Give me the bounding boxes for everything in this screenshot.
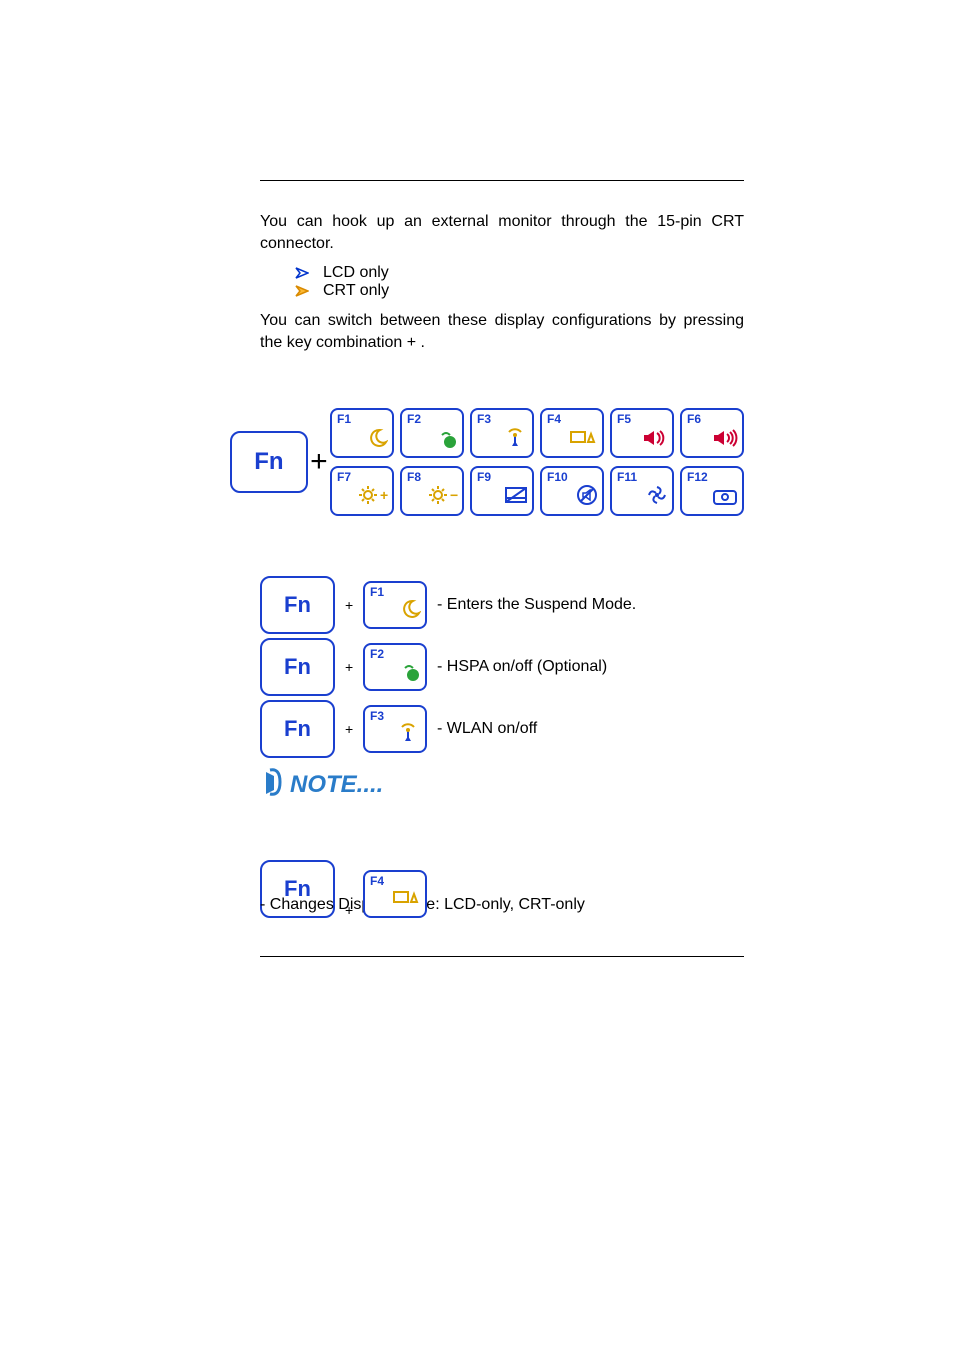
combo-description: - Enters the Suspend Mode. xyxy=(437,596,636,614)
fn-key: Fn xyxy=(260,700,335,758)
moon-icon xyxy=(399,599,421,624)
function-key-grid: F1 F2 F3 F4 F5 F6 F7+ F8− F9 F10 F11 F12 xyxy=(330,408,744,516)
combo-description: - WLAN on/off xyxy=(437,720,537,738)
intro-paragraph: You can hook up an external monitor thro… xyxy=(260,211,744,254)
display-icon xyxy=(570,428,598,453)
fn-key: Fn xyxy=(230,431,308,493)
fn-combo-row: Fn + F4 - Changes Display Mode: LCD-only… xyxy=(260,860,744,916)
f6-key: F6 xyxy=(680,408,744,458)
fn-key-diagram: Fn + F1 F2 F3 F4 F5 F6 F7+ F8− F9 F10 F1… xyxy=(230,408,744,516)
fan-icon xyxy=(646,484,668,511)
f3-key: F3 xyxy=(470,408,534,458)
bullet-list: LCD only CRT only xyxy=(260,264,744,300)
svg-text:+: + xyxy=(380,487,388,503)
f12-key: F12 xyxy=(680,466,744,516)
touchpad-icon xyxy=(504,486,528,511)
f11-key: F11 xyxy=(610,466,674,516)
moon-icon xyxy=(366,428,388,453)
f1-key: F1 xyxy=(363,581,427,629)
f3-key: F3 xyxy=(363,705,427,753)
camera-icon xyxy=(712,486,738,511)
plus-icon: + xyxy=(345,659,353,675)
volume-up-icon xyxy=(642,428,668,453)
list-item: CRT only xyxy=(295,282,744,300)
plus-icon: + xyxy=(308,445,330,479)
arrow-icon xyxy=(295,285,309,297)
divider-top xyxy=(260,180,744,181)
wlan-icon xyxy=(502,426,528,453)
fn-key: Fn xyxy=(260,576,335,634)
document-page: You can hook up an external monitor thro… xyxy=(0,0,954,1350)
f2-key: F2 xyxy=(400,408,464,458)
combo-description: - Changes Display Mode: LCD-only, CRT-on… xyxy=(260,894,744,916)
key-row: F7+ F8− F9 F10 F11 F12 xyxy=(330,466,744,516)
brightness-down-icon: − xyxy=(428,484,458,511)
f4-key: F4 xyxy=(363,870,427,918)
fn-combo-row: Fn + F2 - HSPA on/off (Optional) xyxy=(260,638,744,696)
svg-text:−: − xyxy=(450,487,458,503)
key-row: F1 F2 F3 F4 F5 F6 xyxy=(330,408,744,458)
hspa-icon xyxy=(436,428,458,453)
fn-combo-row: Fn + F1 - Enters the Suspend Mode. xyxy=(260,576,744,634)
combo-description: - HSPA on/off (Optional) xyxy=(437,658,607,676)
f5-key: F5 xyxy=(610,408,674,458)
hspa-icon xyxy=(399,661,421,686)
mute-icon xyxy=(576,484,598,511)
f8-key: F8− xyxy=(400,466,464,516)
f9-key: F9 xyxy=(470,466,534,516)
note-label: NOTE.... xyxy=(290,771,383,798)
f1-key: F1 xyxy=(330,408,394,458)
volume-down-icon xyxy=(712,428,738,453)
list-item: LCD only xyxy=(295,264,744,282)
f4-key: F4 xyxy=(540,408,604,458)
f2-key: F2 xyxy=(363,643,427,691)
wlan-icon xyxy=(395,721,421,748)
plus-icon: + xyxy=(345,597,353,613)
fn-key: Fn xyxy=(260,638,335,696)
bullet-text: LCD only xyxy=(323,264,389,282)
switch-paragraph: You can switch between these display con… xyxy=(260,310,744,353)
arrow-icon xyxy=(295,267,309,279)
plus-icon: + xyxy=(345,721,353,737)
divider-bottom xyxy=(260,956,744,957)
fn-combo-row: Fn + F3 - WLAN on/off xyxy=(260,700,744,758)
f7-key: F7+ xyxy=(330,466,394,516)
f10-key: F10 xyxy=(540,466,604,516)
note-callout: NOTE.... xyxy=(260,768,744,805)
brightness-up-icon: + xyxy=(358,484,388,511)
bullet-text: CRT only xyxy=(323,282,389,300)
display-icon xyxy=(393,888,421,913)
